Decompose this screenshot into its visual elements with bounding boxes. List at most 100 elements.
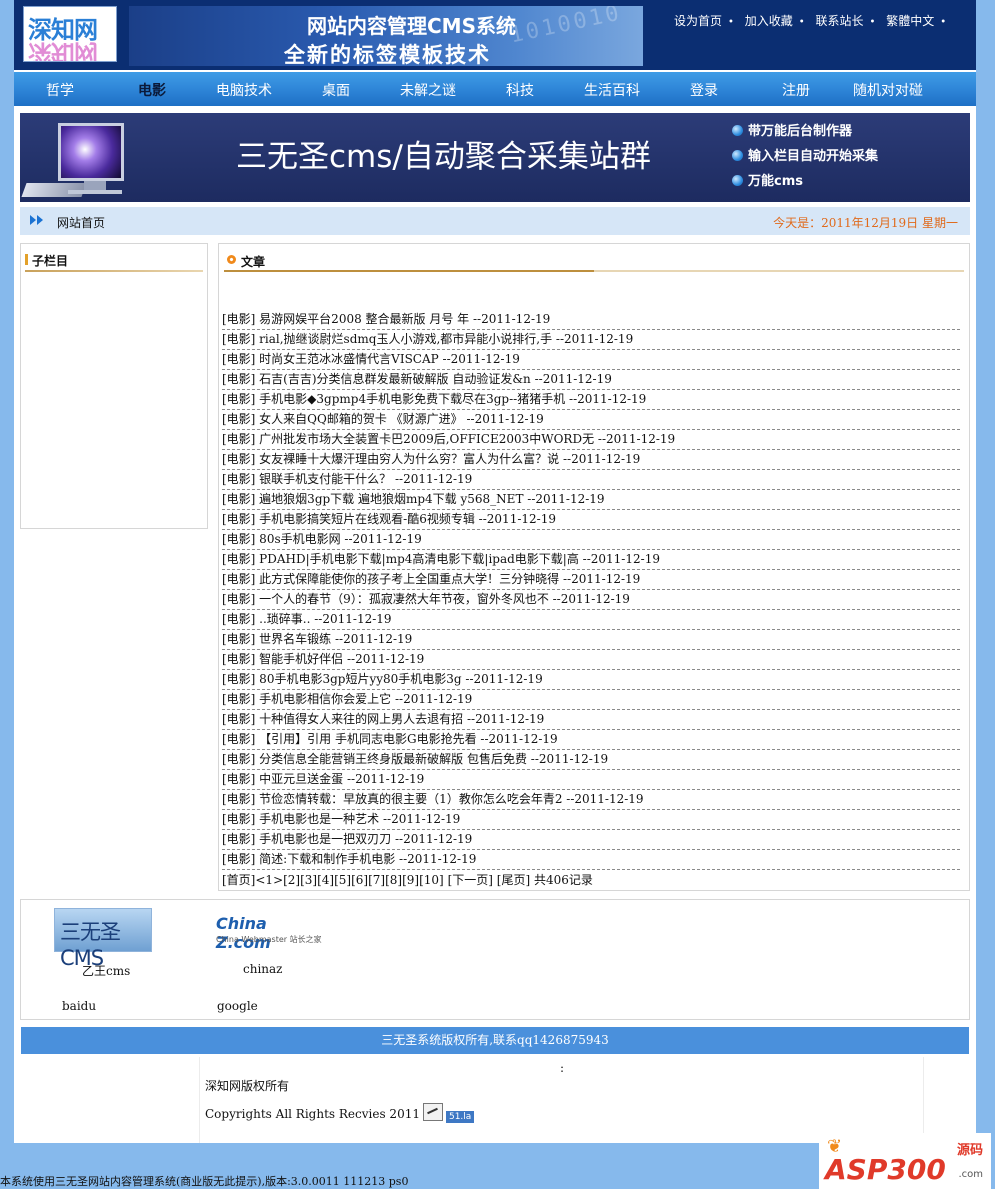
- nav-item-mysteries[interactable]: 未解之谜: [382, 80, 474, 100]
- article-link[interactable]: [电影] ..琐碎事.. --2011-12-19: [222, 612, 392, 626]
- list-item: [电影] 80s手机电影网 --2011-12-19: [222, 530, 960, 550]
- article-list: [电影] 易游网娱平台2008 整合最新版 月号 年 --2011-12-19 […: [222, 310, 960, 870]
- chinaz-logo[interactable]: China Z.com China Webmaster 站长之家: [216, 914, 322, 952]
- add-favorite-link[interactable]: 加入收藏: [745, 14, 793, 28]
- friend-link[interactable]: chinaz: [243, 962, 283, 976]
- article-link[interactable]: [电影] 女友裸睡十大爆汗理由穷人为什么穷？富人为什么富？说 --2011-12…: [222, 452, 640, 466]
- article-link[interactable]: [电影] 一个人的春节（9）：孤寂凄然大年节夜，窗外冬风也不 --2011-12…: [222, 592, 630, 606]
- list-item: [电影] 手机电影也是一种艺术 --2011-12-19: [222, 810, 960, 830]
- breadcrumb: 网站首页 今天是：2011年12月19日 星期一: [20, 207, 970, 235]
- banner-binary-decoration: 1010010: [507, 6, 625, 49]
- pagination: [首页]<1>[2][3][4][5][6][7][8][9][10] [下一页…: [222, 871, 593, 888]
- article-link[interactable]: [电影] rial,抛继谈尉烂sdmq玉人小游戏,都市异能小说排行,手 --20…: [222, 332, 633, 346]
- nav-item-register[interactable]: 注册: [750, 80, 842, 100]
- article-link[interactable]: [电影] 手机电影也是一把双刃刀 --2011-12-19: [222, 832, 472, 846]
- article-link[interactable]: [电影] 手机电影相信你会爱上它 --2011-12-19: [222, 692, 472, 706]
- list-item: [电影] 女友裸睡十大爆汗理由穷人为什么穷？富人为什么富？说 --2011-12…: [222, 450, 960, 470]
- nav-item-login[interactable]: 登录: [658, 80, 750, 100]
- list-item: [电影] 智能手机好伴侣 --2011-12-19: [222, 650, 960, 670]
- set-homepage-link[interactable]: 设为首页: [674, 14, 722, 28]
- pager-next[interactable]: [下一页]: [448, 873, 493, 887]
- article-link[interactable]: [电影] 分类信息全能营销王终身版最新破解版 包售后免费 --2011-12-1…: [222, 752, 608, 766]
- sanwusheng-cms-logo[interactable]: 三无圣CMS: [54, 908, 152, 970]
- list-item: [电影] 遍地狼烟3gp下载 遍地狼烟mp4下载 y568_NET --2011…: [222, 490, 960, 510]
- site-logo[interactable]: 深知网 深知网: [23, 6, 117, 62]
- logo-reflection: 深知网: [28, 39, 97, 62]
- list-item: [电影] 女人来自QQ邮箱的贺卡 《财源广进》 --2011-12-19: [222, 410, 960, 430]
- article-link[interactable]: [电影] 世界名车锻练 --2011-12-19: [222, 632, 412, 646]
- traditional-chinese-link[interactable]: 繁體中文: [886, 14, 934, 28]
- article-link[interactable]: [电影] 简述:下载和制作手机电影 --2011-12-19: [222, 852, 476, 866]
- article-link[interactable]: [电影] 中亚元旦送金蛋 --2011-12-19: [222, 772, 424, 786]
- nav-item-desktop[interactable]: 桌面: [290, 80, 382, 100]
- nav-item-random[interactable]: 随机对对碰: [842, 80, 934, 100]
- breadcrumb-home-link[interactable]: 网站首页: [57, 214, 105, 231]
- article-link[interactable]: [电影] 时尚女王范冰冰盛情代言VISCAP --2011-12-19: [222, 352, 520, 366]
- friend-link[interactable]: google: [217, 999, 258, 1013]
- banner-slogan: 全新的标签模板技术: [284, 43, 491, 66]
- article-link[interactable]: [电影] 【引用】引用 手机同志电影G电影抢先看 --2011-12-19: [222, 732, 558, 746]
- article-link[interactable]: [电影] 节俭恋情转载：早放真的很主要（1）教你怎么吃会年青2 --2011-1…: [222, 792, 644, 806]
- article-link[interactable]: [电影] 此方式保障能使你的孩子考上全国重点大学！三分钟晓得 --2011-12…: [222, 572, 640, 586]
- list-item: [电影] 银联手机支付能干什么？ --2011-12-19: [222, 470, 960, 490]
- ad-feature: 输入栏目自动开始采集: [732, 144, 878, 169]
- article-panel-title: 文章: [227, 253, 265, 270]
- bullet-icon: [732, 175, 743, 186]
- list-item: [电影] rial,抛继谈尉烂sdmq玉人小游戏,都市异能小说排行,手 --20…: [222, 330, 960, 350]
- article-link[interactable]: [电影] 广州批发市场大全装置卡巴2009后,OFFICE2003中WORD无 …: [222, 432, 675, 446]
- list-item: [电影] 80手机电影3gp短片yy80手机电影3g --2011-12-19: [222, 670, 960, 690]
- friend-link[interactable]: 乙王cms: [82, 962, 130, 979]
- article-link[interactable]: [电影] 银联手机支付能干什么？ --2011-12-19: [222, 472, 472, 486]
- page-frame: 深知网 深知网 1010010 网站内容管理CMS系统 全新的标签模板技术 设为…: [14, 0, 976, 1143]
- footer-colon: :: [560, 1061, 565, 1075]
- footer-copyright: Copyrights All Rights Recvies 2011 51.la: [205, 1103, 475, 1123]
- asp300-watermark-logo: ❦ ASP300 源码 .com: [819, 1133, 991, 1189]
- article-link[interactable]: [电影] 智能手机好伴侣 --2011-12-19: [222, 652, 424, 666]
- article-link[interactable]: [电影] 手机电影◆3gpmp4手机电影免费下载尽在3gp--猪猪手机 --20…: [222, 392, 646, 406]
- banner-title: 网站内容管理CMS系统: [307, 14, 516, 38]
- list-item: [电影] 石吉(吉吉)分类信息群发最新破解版 自动验证发&n --2011-12…: [222, 370, 960, 390]
- header: 深知网 深知网 1010010 网站内容管理CMS系统 全新的标签模板技术 设为…: [14, 0, 976, 70]
- friend-links: 三无圣CMS China Z.com China Webmaster 站长之家 …: [20, 899, 970, 1020]
- friend-link[interactable]: baidu: [62, 999, 96, 1013]
- subcategory-title: 子栏目: [25, 252, 68, 269]
- article-link[interactable]: [电影] 易游网娱平台2008 整合最新版 月号 年 --2011-12-19: [222, 312, 550, 326]
- list-item: [电影] 中亚元旦送金蛋 --2011-12-19: [222, 770, 960, 790]
- subcategory-panel: 子栏目: [20, 243, 208, 529]
- list-item: [电影] 时尚女王范冰冰盛情代言VISCAP --2011-12-19: [222, 350, 960, 370]
- nav-item-life[interactable]: 生活百科: [566, 80, 658, 100]
- nav-item-philosophy[interactable]: 哲学: [14, 80, 106, 100]
- pager-last[interactable]: [尾页]: [497, 873, 530, 887]
- nav-item-computer-tech[interactable]: 电脑技术: [198, 80, 290, 100]
- nav-item-movies[interactable]: 电影: [106, 80, 198, 100]
- article-link[interactable]: [电影] 手机电影搞笑短片在线观看-酷6视频专辑 --2011-12-19: [222, 512, 556, 526]
- article-link[interactable]: [电影] 女人来自QQ邮箱的贺卡 《财源广进》 --2011-12-19: [222, 412, 544, 426]
- list-item: [电影] 手机电影也是一把双刃刀 --2011-12-19: [222, 830, 960, 850]
- article-link[interactable]: [电影] 石吉(吉吉)分类信息群发最新破解版 自动验证发&n --2011-12…: [222, 372, 612, 386]
- ad-feature: 万能cms: [732, 169, 878, 194]
- stats-chart-icon[interactable]: [422, 1103, 443, 1121]
- article-link[interactable]: [电影] 十种值得女人来往的网上男人去退有招 --2011-12-19: [222, 712, 544, 726]
- article-link[interactable]: [电影] 遍地狼烟3gp下载 遍地狼烟mp4下载 y568_NET --2011…: [222, 492, 605, 506]
- article-link[interactable]: [电影] 80手机电影3gp短片yy80手机电影3g --2011-12-19: [222, 672, 543, 686]
- article-link[interactable]: [电影] 80s手机电影网 --2011-12-19: [222, 532, 422, 546]
- separator-dot-icon: •: [728, 17, 734, 28]
- header-banner: 1010010 网站内容管理CMS系统 全新的标签模板技术: [129, 6, 643, 66]
- contact-admin-link[interactable]: 联系站长: [816, 14, 864, 28]
- article-link[interactable]: [电影] PDAHD|手机电影下载|mp4高清电影下载|ipad电影下载|高 -…: [222, 552, 660, 566]
- list-item: [电影] 手机电影搞笑短片在线观看-酷6视频专辑 --2011-12-19: [222, 510, 960, 530]
- nav-item-technology[interactable]: 科技: [474, 80, 566, 100]
- ad-feature: 带万能后台制作器: [732, 119, 878, 144]
- article-link[interactable]: [电影] 手机电影也是一种艺术 --2011-12-19: [222, 812, 460, 826]
- pager-pages[interactable]: <1>[2][3][4][5][6][7][8][9][10]: [255, 873, 443, 887]
- stats-badge[interactable]: 51.la: [445, 1111, 475, 1123]
- list-item: [电影] 一个人的春节（9）：孤寂凄然大年节夜，窗外冬风也不 --2011-12…: [222, 590, 960, 610]
- list-item: [电影] PDAHD|手机电影下载|mp4高清电影下载|ipad电影下载|高 -…: [222, 550, 960, 570]
- list-item: [电影] 【引用】引用 手机同志电影G电影抢先看 --2011-12-19: [222, 730, 960, 750]
- title-underline: [25, 270, 203, 272]
- system-version-line: 本系统使用三无圣网站内容管理系统(商业版无此提示),版本:3.0.0011 11…: [0, 1175, 409, 1188]
- pager-first[interactable]: [首页]: [222, 873, 255, 887]
- list-item: [电影] 此方式保障能使你的孩子考上全国重点大学！三分钟晓得 --2011-12…: [222, 570, 960, 590]
- title-underline: [224, 270, 964, 272]
- ad-banner[interactable]: 三无圣cms/自动聚合采集站群 带万能后台制作器 输入栏目自动开始采集 万能cm…: [20, 113, 970, 202]
